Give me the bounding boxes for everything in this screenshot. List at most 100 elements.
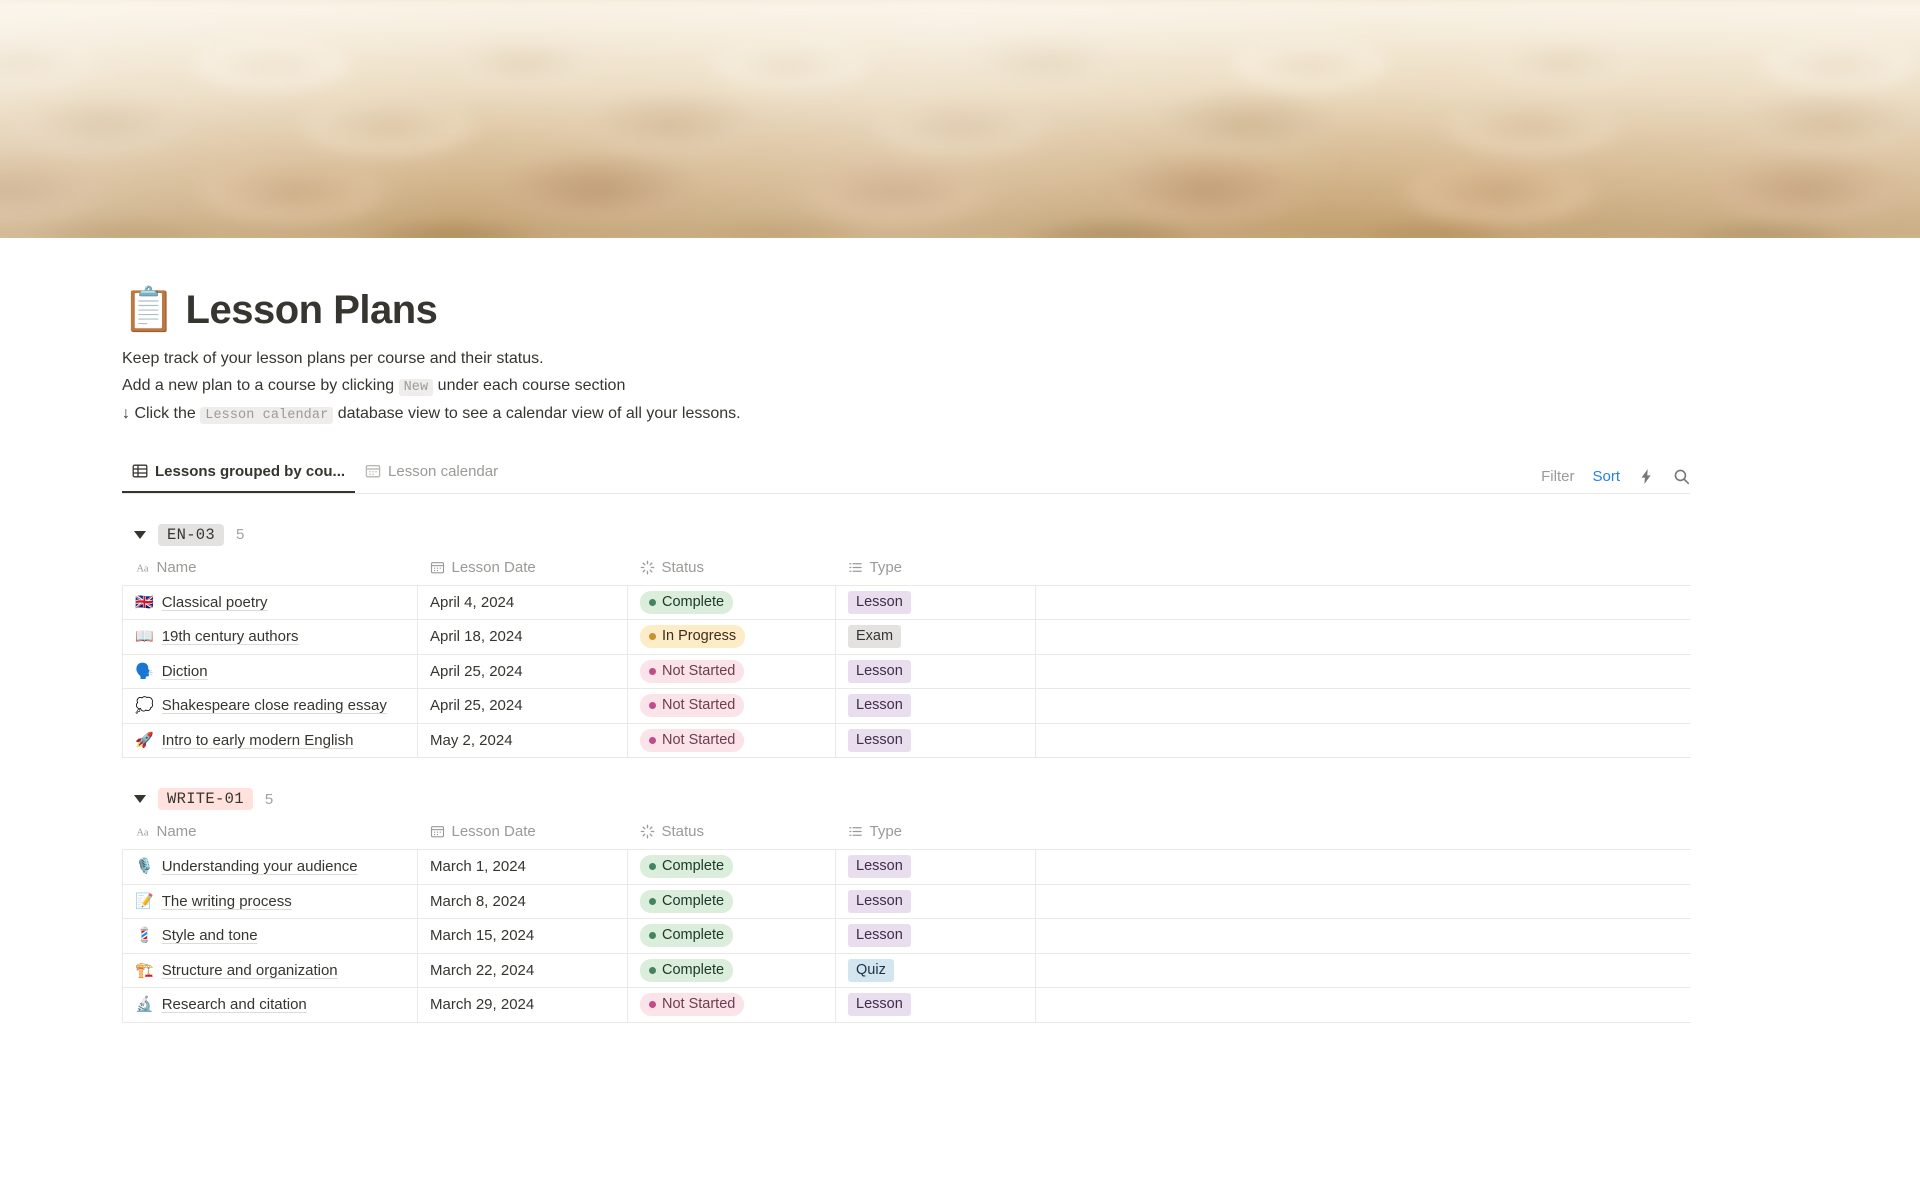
lesson-name[interactable]: The writing process bbox=[162, 893, 292, 910]
description-line-3-post: database view to see a calendar view of … bbox=[333, 405, 741, 422]
cell-status[interactable]: Complete bbox=[627, 884, 836, 919]
cell-type[interactable]: Lesson bbox=[835, 723, 1036, 758]
lesson-name[interactable]: Structure and organization bbox=[162, 962, 338, 979]
cell-type[interactable]: Lesson bbox=[835, 987, 1036, 1023]
column-header-lesson-date[interactable]: Lesson Date bbox=[417, 558, 628, 586]
collapse-caret-icon[interactable] bbox=[134, 795, 146, 803]
lesson-name[interactable]: Style and tone bbox=[162, 927, 258, 944]
cell-name[interactable]: 💭 Shakespeare close reading essay bbox=[122, 688, 418, 724]
cell-type[interactable]: Quiz bbox=[835, 953, 1036, 988]
column-header-type[interactable]: Type bbox=[835, 823, 1036, 850]
cell-type[interactable]: Exam bbox=[835, 619, 1036, 655]
status-dot-icon bbox=[649, 897, 656, 905]
table-row[interactable]: 💭 Shakespeare close reading essay April 25… bbox=[122, 688, 1691, 724]
table-row[interactable]: 🚀 Intro to early modern English May 2, 202… bbox=[122, 723, 1691, 758]
column-header-spacer bbox=[1035, 558, 1691, 586]
group-name-pill[interactable]: EN-03 bbox=[158, 523, 225, 546]
filter-button[interactable]: Filter bbox=[1541, 468, 1574, 485]
cell-lesson-date[interactable]: April 25, 2024 bbox=[417, 688, 628, 724]
table-row[interactable]: 🗣️ Diction April 25, 2024 Not Started Lesson bbox=[122, 654, 1691, 689]
cell-name[interactable]: 🏗️ Structure and organization bbox=[122, 953, 418, 988]
status-dot-icon bbox=[649, 863, 656, 871]
sort-button[interactable]: Sort bbox=[1592, 468, 1620, 485]
cell-status[interactable]: Complete bbox=[627, 585, 836, 620]
table-row[interactable]: 🔬 Research and citation March 29, 2024 Not … bbox=[122, 987, 1691, 1023]
group-name-pill[interactable]: WRITE-01 bbox=[158, 788, 253, 810]
cell-name[interactable]: 🗣️ Diction bbox=[122, 654, 418, 689]
cell-status[interactable]: Complete bbox=[627, 849, 836, 885]
table-row[interactable]: 📝 The writing process March 8, 2024 Complet… bbox=[122, 884, 1691, 919]
cell-type[interactable]: Lesson bbox=[835, 585, 1036, 620]
table-row[interactable]: 🇬🇧 Classical poetry April 4, 2024 Complete L… bbox=[122, 585, 1691, 620]
cell-status[interactable]: Complete bbox=[627, 953, 836, 988]
cell-lesson-date[interactable]: April 4, 2024 bbox=[417, 585, 628, 620]
cell-lesson-date[interactable]: March 22, 2024 bbox=[417, 953, 628, 988]
table-row[interactable]: 📖 19th century authors April 18, 2024 In Pr… bbox=[122, 619, 1691, 655]
column-header-spacer bbox=[1035, 823, 1691, 850]
type-badge: Lesson bbox=[848, 694, 911, 718]
type-badge: Lesson bbox=[848, 659, 911, 683]
cell-lesson-date[interactable]: April 25, 2024 bbox=[417, 654, 628, 689]
cell-name[interactable]: 📝 The writing process bbox=[122, 884, 418, 919]
cell-status[interactable]: Not Started bbox=[627, 723, 836, 758]
cell-lesson-date[interactable]: April 18, 2024 bbox=[417, 619, 628, 655]
description-line-3-pre: ↓ Click the bbox=[122, 405, 201, 422]
cell-lesson-date[interactable]: March 15, 2024 bbox=[417, 918, 628, 954]
lesson-name[interactable]: Research and citation bbox=[162, 996, 307, 1013]
cell-name[interactable]: 🚀 Intro to early modern English bbox=[122, 723, 418, 758]
table-icon bbox=[132, 463, 148, 479]
calendar-icon bbox=[430, 560, 445, 575]
cell-lesson-date[interactable]: March 8, 2024 bbox=[417, 884, 628, 919]
table-row[interactable]: 🎙️ Understanding your audience March 1, 20… bbox=[122, 849, 1691, 885]
cell-lesson-date[interactable]: May 2, 2024 bbox=[417, 723, 628, 758]
page-title[interactable]: Lesson Plans bbox=[186, 288, 438, 332]
cell-status[interactable]: In Progress bbox=[627, 619, 836, 655]
status-badge: Complete bbox=[640, 590, 734, 614]
cell-name[interactable]: 📖 19th century authors bbox=[122, 619, 418, 655]
table-row[interactable]: 💈 Style and tone March 15, 2024 Complete Les… bbox=[122, 918, 1691, 954]
cell-status[interactable]: Not Started bbox=[627, 654, 836, 689]
cell-status[interactable]: Complete bbox=[627, 918, 836, 954]
cell-type[interactable]: Lesson bbox=[835, 884, 1036, 919]
cell-name[interactable]: 💈 Style and tone bbox=[122, 918, 418, 954]
cell-type[interactable]: Lesson bbox=[835, 654, 1036, 689]
column-header-status[interactable]: Status bbox=[627, 558, 836, 586]
cell-status[interactable]: Not Started bbox=[627, 688, 836, 724]
row-emoji-icon: 🗣️ bbox=[135, 661, 154, 680]
tab-lesson-calendar[interactable]: Lesson calendar bbox=[355, 458, 508, 493]
lightning-icon[interactable] bbox=[1638, 468, 1655, 485]
cell-type[interactable]: Lesson bbox=[835, 688, 1036, 724]
clipboard-icon[interactable]: 📋 bbox=[122, 288, 176, 332]
row-emoji-icon: 🏗️ bbox=[135, 960, 154, 979]
cell-lesson-date[interactable]: March 29, 2024 bbox=[417, 987, 628, 1023]
cover-photo bbox=[0, 0, 1920, 238]
collapse-caret-icon[interactable] bbox=[134, 530, 146, 539]
column-header-name[interactable]: Aa Name bbox=[122, 823, 418, 850]
tab-lessons-grouped-by-course[interactable]: Lessons grouped by cou... bbox=[122, 458, 355, 493]
table-row[interactable]: 🏗️ Structure and organization March 22, 20… bbox=[122, 953, 1691, 988]
lesson-name[interactable]: Understanding your audience bbox=[162, 858, 358, 875]
cell-name[interactable]: 🔬 Research and citation bbox=[122, 987, 418, 1023]
search-icon[interactable] bbox=[1673, 468, 1690, 485]
column-header-label: Lesson Date bbox=[451, 558, 536, 576]
page-cover-image bbox=[0, 0, 1920, 238]
column-header-lesson-date[interactable]: Lesson Date bbox=[417, 823, 628, 850]
row-emoji-icon: 📖 bbox=[135, 627, 154, 646]
lesson-name[interactable]: Diction bbox=[162, 663, 208, 680]
lesson-name[interactable]: Shakespeare close reading essay bbox=[162, 697, 387, 714]
cell-lesson-date[interactable]: March 1, 2024 bbox=[417, 849, 628, 885]
text-aa-icon: Aa bbox=[135, 560, 150, 575]
column-header-name[interactable]: Aa Name bbox=[122, 558, 418, 586]
lesson-name[interactable]: 19th century authors bbox=[162, 628, 299, 645]
description-line-2-pre: Add a new plan to a course by clicking bbox=[122, 376, 399, 394]
status-badge: Not Started bbox=[640, 694, 745, 718]
cell-type[interactable]: Lesson bbox=[835, 918, 1036, 954]
column-header-status[interactable]: Status bbox=[627, 823, 836, 850]
column-header-type[interactable]: Type bbox=[835, 558, 1036, 586]
cell-name[interactable]: 🇬🇧 Classical poetry bbox=[122, 585, 418, 620]
cell-status[interactable]: Not Started bbox=[627, 987, 836, 1023]
lesson-name[interactable]: Intro to early modern English bbox=[162, 732, 354, 749]
lesson-name[interactable]: Classical poetry bbox=[162, 594, 268, 611]
cell-type[interactable]: Lesson bbox=[835, 849, 1036, 885]
cell-name[interactable]: 🎙️ Understanding your audience bbox=[122, 849, 418, 885]
